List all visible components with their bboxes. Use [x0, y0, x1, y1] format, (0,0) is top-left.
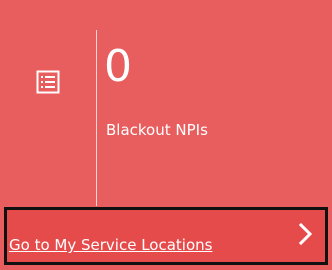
service-locations-footer[interactable]: Go to My Service Locations — [4, 207, 328, 265]
chevron-right-icon[interactable] — [297, 222, 315, 246]
blackout-npis-count: 0 — [104, 41, 132, 92]
tile-divider — [96, 30, 97, 206]
blackout-npis-tile: 0 Blackout NPIs Go to My Service Locatio… — [0, 0, 332, 270]
blackout-npis-label: Blackout NPIs — [106, 121, 208, 139]
go-to-service-locations-link[interactable]: Go to My Service Locations — [9, 235, 212, 255]
tile-summary: 0 Blackout NPIs — [0, 0, 332, 206]
list-icon — [36, 70, 60, 94]
tile-icon-area — [0, 0, 96, 206]
